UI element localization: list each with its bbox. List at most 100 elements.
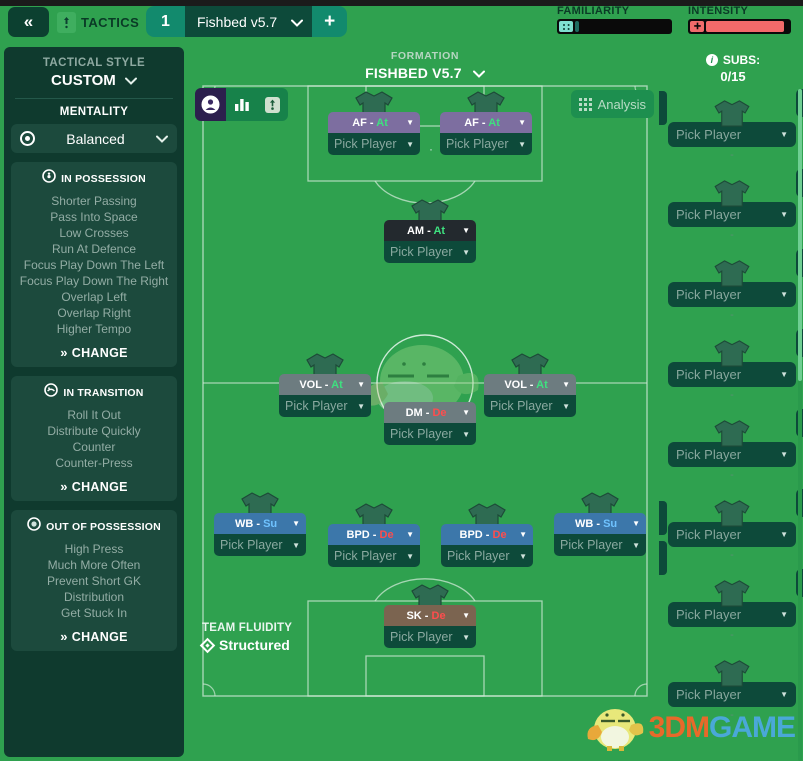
in-possession-card: IN POSSESSION Shorter Passing Pass Into … [11, 162, 177, 367]
formation-dropdown[interactable]: FISHBED V5.7 [190, 65, 660, 81]
panel-edge-tab[interactable] [659, 541, 667, 575]
player-dropdown[interactable]: Pick Player ▼ [214, 534, 306, 556]
list-item: Distribute Quickly [47, 424, 141, 438]
sub-note: - [730, 549, 734, 561]
team-fluidity[interactable]: TEAM FLUIDITY Structured [199, 622, 292, 653]
subs-title: SUBS: [722, 53, 761, 67]
swap-vertical-icon[interactable] [257, 88, 288, 121]
role-dropdown[interactable]: AF - At ▼ [440, 112, 532, 133]
player-view-icon[interactable] [195, 88, 226, 121]
info-icon[interactable]: i [705, 54, 718, 66]
role-dropdown[interactable]: VOL - At ▼ [279, 374, 371, 395]
player-name: Pick Player [676, 447, 742, 462]
list-item: Low Crosses [59, 226, 129, 240]
shirt-icon [714, 180, 750, 207]
in-transition-change-button[interactable]: » CHANGE [17, 479, 171, 494]
player-dropdown[interactable]: Pick Player ▼ [384, 241, 476, 263]
role-dropdown[interactable]: BPD - De ▼ [441, 524, 533, 545]
change-label: CHANGE [71, 346, 128, 360]
analysis-button[interactable]: Analysis [570, 90, 654, 118]
position-card-sk[interactable]: SK - De ▼ Pick Player ▼ [384, 584, 476, 648]
role-label: AF - At [352, 116, 388, 129]
shirt-icon [714, 260, 750, 287]
player-name: Pick Player [285, 399, 348, 413]
out-of-possession-list: High Press Much More Often Prevent Short… [17, 541, 171, 621]
add-tactic-button[interactable]: + [312, 6, 348, 37]
familiarity-meter[interactable]: FAMILIARITY [557, 5, 672, 34]
sub-note: - [730, 469, 734, 481]
caret-down-icon: ▼ [780, 530, 788, 539]
position-card-bpd-left[interactable]: BPD - De ▼ Pick Player ▼ [328, 503, 420, 567]
role-dropdown[interactable]: AF - At ▼ [328, 112, 420, 133]
list-item: Prevent Short GK [46, 574, 142, 588]
caret-down-icon: ▼ [562, 380, 570, 389]
sub-slot[interactable]: Pick Player ▼ - [668, 180, 796, 241]
player-name: Pick Player [447, 549, 510, 563]
role-dropdown[interactable]: WB - Su ▼ [554, 513, 646, 534]
in-transition-header: IN TRANSITION [17, 383, 171, 402]
position-card-wb-left[interactable]: WB - Su ▼ Pick Player ▼ [214, 492, 306, 556]
list-item: Distribution [63, 590, 125, 604]
player-dropdown[interactable]: Pick Player ▼ [384, 423, 476, 445]
position-card-af-left[interactable]: AF - At ▼ Pick Player ▼ [328, 91, 420, 155]
position-card-dm[interactable]: DM - De ▼ Pick Player ▼ [384, 402, 476, 445]
caret-down-icon: ▼ [780, 370, 788, 379]
position-card-bpd-right[interactable]: BPD - De ▼ Pick Player ▼ [441, 503, 533, 567]
player-dropdown[interactable]: Pick Player ▼ [440, 133, 532, 155]
player-dropdown[interactable]: Pick Player ▼ [279, 395, 371, 417]
player-dropdown[interactable]: Pick Player ▼ [554, 534, 646, 556]
sub-slot[interactable]: Pick Player ▼ - [668, 420, 796, 481]
role-label: AF - At [464, 116, 500, 129]
list-item: Overlap Left [61, 290, 127, 304]
position-card-wb-right[interactable]: WB - Su ▼ Pick Player ▼ [554, 492, 646, 556]
sub-slot[interactable]: Pick Player ▼ - [668, 260, 796, 321]
role-dropdown[interactable]: AM - At ▼ [384, 220, 476, 241]
role-dropdown[interactable]: BPD - De ▼ [328, 524, 420, 545]
out-of-possession-change-button[interactable]: » CHANGE [17, 629, 171, 644]
caret-down-icon: ▼ [462, 632, 470, 642]
mentality-dropdown[interactable]: Balanced [11, 124, 177, 153]
role-label: WB - Su [234, 517, 278, 530]
position-card-am[interactable]: AM - At ▼ Pick Player ▼ [384, 199, 476, 263]
position-card-af-right[interactable]: AF - At ▼ Pick Player ▼ [440, 91, 532, 155]
player-dropdown[interactable]: Pick Player ▼ [384, 626, 476, 648]
player-name: Pick Player [676, 367, 742, 382]
caret-down-icon: ▼ [406, 551, 414, 561]
role-dropdown[interactable]: VOL - At ▼ [484, 374, 576, 395]
role-dropdown[interactable]: SK - De ▼ [384, 605, 476, 626]
list-item: Focus Play Down The Right [19, 274, 169, 288]
subs-scrollbar[interactable] [798, 89, 802, 761]
sub-slot[interactable]: Pick Player ▼ - [668, 100, 796, 161]
role-dropdown[interactable]: DM - De ▼ [384, 402, 476, 423]
role-label: SK - De [406, 609, 446, 622]
intensity-meter[interactable]: INTENSITY [688, 5, 791, 34]
stats-bar-icon[interactable] [226, 88, 257, 121]
position-card-vol-right[interactable]: VOL - At ▼ Pick Player ▼ [484, 353, 576, 417]
panel-edge-tab[interactable] [659, 501, 667, 535]
role-label: BPD - De [459, 528, 507, 541]
player-dropdown[interactable]: Pick Player ▼ [484, 395, 576, 417]
player-dropdown[interactable]: Pick Player ▼ [328, 133, 420, 155]
subs-scrollbar-thumb[interactable] [798, 89, 802, 381]
tactic-selector[interactable]: 1 Fishbed v5.7 + [146, 6, 348, 37]
tactic-name-dropdown[interactable]: Fishbed v5.7 [185, 6, 313, 37]
role-dropdown[interactable]: WB - Su ▼ [214, 513, 306, 534]
back-button[interactable]: « [8, 7, 49, 37]
panel-edge-tab[interactable] [659, 91, 667, 125]
position-card-vol-left[interactable]: VOL - At ▼ Pick Player ▼ [279, 353, 371, 417]
caret-down-icon: ▼ [462, 429, 470, 439]
formation-header: FORMATION FISHBED V5.7 [190, 46, 660, 81]
in-possession-change-button[interactable]: » CHANGE [17, 345, 171, 360]
sub-slot[interactable]: Pick Player ▼ - [668, 500, 796, 561]
sub-slot[interactable]: Pick Player ▼ - [668, 340, 796, 401]
divider [15, 98, 173, 99]
list-item: High Press [64, 542, 124, 556]
caret-down-icon: ▼ [357, 401, 365, 411]
tactical-style-dropdown[interactable]: CUSTOM [11, 72, 177, 89]
player-dropdown[interactable]: Pick Player ▼ [441, 545, 533, 567]
caret-down-icon: ▼ [406, 118, 414, 127]
player-dropdown[interactable]: Pick Player ▼ [328, 545, 420, 567]
top-bar: « TACTICS 1 Fishbed v5.7 + FAMILIARITY I… [0, 0, 803, 42]
in-transition-title: IN TRANSITION [63, 386, 144, 399]
sub-slot[interactable]: Pick Player ▼ - [668, 580, 796, 641]
